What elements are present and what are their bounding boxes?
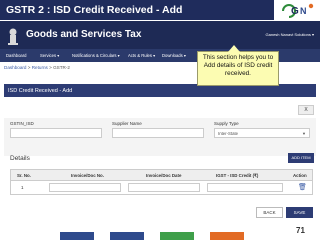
trash-icon[interactable]: 🗑 [298, 183, 307, 191]
user-menu[interactable]: Ganesh Nanavt Solutions ▾ [266, 32, 314, 37]
gov-title: Goods and Services Tax [26, 29, 142, 40]
breadcrumb: Dashboard > Returns > GSTR-2 [4, 65, 70, 70]
nav-services[interactable]: Services ▾ [40, 53, 59, 58]
footer-bar-green [160, 232, 194, 240]
table-header: Sr. No. Invoice/Doc No. Invoice/Doc Date… [10, 169, 313, 181]
slide-title: GSTR 2 : ISD Credit Received - Add [0, 0, 274, 20]
invoice-date-input[interactable] [128, 183, 200, 192]
igst-credit-input[interactable] [207, 183, 283, 192]
breadcrumb-separator: > [49, 65, 52, 70]
table-row: 1 🗑 [10, 181, 313, 195]
col-igst-credit: IGST - ISD Credit (₹) [216, 173, 259, 178]
gstin-label: GSTIN_ISD [10, 121, 34, 126]
save-button[interactable]: SAVE [286, 207, 313, 218]
svg-text:G: G [291, 6, 299, 17]
close-button[interactable]: X [298, 105, 314, 115]
add-item-button[interactable]: ADD ITEM [288, 153, 314, 163]
invoice-no-input[interactable] [49, 183, 121, 192]
nav-notifications[interactable]: Notifications & Circulars ▾ [72, 53, 120, 58]
details-heading: Details [10, 155, 30, 162]
supply-type-select[interactable]: Inter-State ▼ [214, 128, 310, 138]
svg-text:N: N [300, 6, 307, 16]
row-sr-no: 1 [21, 185, 24, 190]
emblem-icon [8, 28, 18, 45]
gstn-logo: G N [276, 1, 318, 20]
page-number: 71 [296, 226, 305, 235]
supply-type-value: Inter-State [218, 131, 239, 136]
col-sr-no: Sr. No. [17, 173, 31, 178]
chevron-down-icon: ▼ [302, 131, 306, 136]
form-area: GSTIN_ISD Supplier Name Supply Type Inte… [4, 118, 316, 156]
nav-dashboard[interactable]: Dashboard [6, 53, 27, 58]
callout-note: This section helps you to Add details of… [197, 45, 279, 86]
footer-bar-blue [110, 232, 144, 240]
back-button[interactable]: BACK [256, 207, 283, 218]
breadcrumb-dashboard[interactable]: Dashboard [4, 65, 26, 70]
nav-acts-rules[interactable]: Acts & Rules ▾ [128, 53, 155, 58]
breadcrumb-separator: > [27, 65, 31, 70]
supply-type-label: Supply Type [214, 121, 239, 126]
supplier-input[interactable] [112, 128, 204, 138]
col-action: Action [293, 173, 307, 178]
footer-bar-blue [60, 232, 94, 240]
nav-downloads[interactable]: Downloads ▾ [162, 53, 186, 58]
col-invoice-date: Invoice/Doc Date [146, 173, 182, 178]
gstin-input[interactable] [10, 128, 102, 138]
breadcrumb-gstr2: GSTR-2 [53, 65, 70, 70]
breadcrumb-returns[interactable]: Returns [32, 65, 48, 70]
supplier-label: Supplier Name [112, 121, 142, 126]
footer-bar-orange [210, 232, 244, 240]
col-invoice-no: Invoice/Doc No. [71, 173, 104, 178]
